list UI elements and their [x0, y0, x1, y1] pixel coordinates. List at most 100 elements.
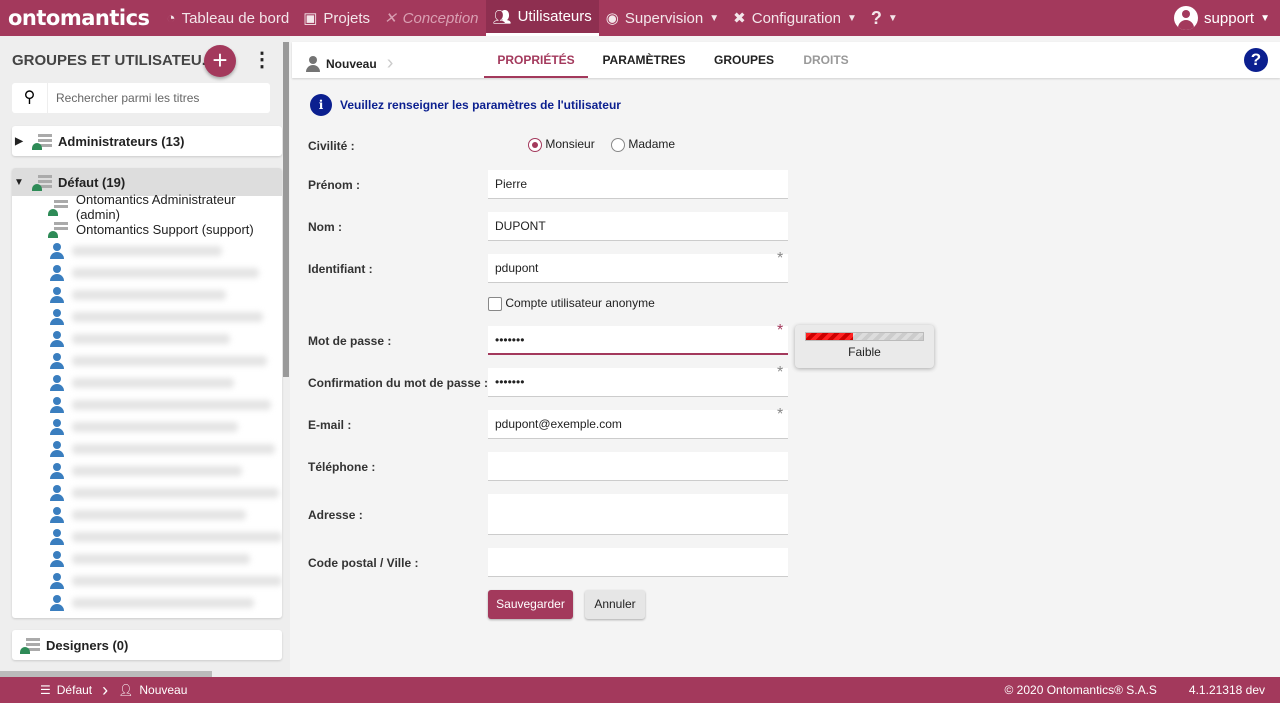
- list-item[interactable]: [12, 306, 282, 328]
- redacted-name: [72, 510, 246, 520]
- user-icon: [50, 419, 64, 435]
- required-icon: *: [777, 250, 784, 267]
- user-icon: [50, 309, 64, 325]
- redacted-name: [72, 312, 263, 322]
- caret-down-icon: ▼: [846, 12, 857, 24]
- user-menu[interactable]: support ▼: [1174, 0, 1270, 36]
- required-icon: *: [777, 322, 784, 339]
- user-icon: [50, 243, 64, 259]
- list-item[interactable]: [12, 262, 282, 284]
- confirm-label: Confirmation du mot de passe :: [308, 376, 489, 390]
- nav-supervision[interactable]: ◉ Supervision ▼: [599, 0, 726, 36]
- sidebar-scrollbar[interactable]: [283, 42, 289, 377]
- radio-monsieur[interactable]: Monsieur: [528, 137, 595, 152]
- nom-label: Nom :: [308, 220, 342, 234]
- cancel-button[interactable]: Annuler: [585, 590, 645, 619]
- sidebar-title: GROUPES ET UTILISATEU...: [12, 52, 215, 69]
- identifiant-label: Identifiant :: [308, 262, 373, 276]
- user-icon: [50, 331, 64, 347]
- list-item[interactable]: [12, 592, 282, 614]
- list-item[interactable]: [12, 504, 282, 526]
- caret-down-icon[interactable]: ▼: [12, 177, 26, 188]
- redacted-name: [71, 532, 282, 542]
- radio-unchecked: [611, 137, 625, 152]
- tab-proprietes[interactable]: PROPRIÉTÉS: [484, 42, 588, 78]
- identifiant-field[interactable]: pdupont: [488, 254, 788, 283]
- nav-configuration[interactable]: ✖ Configuration ▼: [726, 0, 864, 36]
- redacted-name: [72, 444, 275, 454]
- save-button[interactable]: Sauvegarder: [488, 590, 573, 619]
- user-icon: [50, 441, 64, 457]
- nav-tableau-de-bord[interactable]: ◔ Tableau de bord: [160, 0, 297, 36]
- toolbox-icon: ▣: [303, 10, 318, 27]
- list-item[interactable]: [12, 350, 282, 372]
- help-icon[interactable]: ?: [1244, 48, 1268, 72]
- list-item[interactable]: [12, 570, 282, 592]
- search-icon[interactable]: ⚲: [12, 83, 48, 113]
- group-designers[interactable]: Designers (0): [12, 630, 282, 660]
- group-defaut-panel: ▼ Défaut (19) Ontomantics Administrateur …: [12, 168, 282, 618]
- tab-parametres[interactable]: PARAMÈTRES: [596, 42, 692, 78]
- telephone-field[interactable]: [488, 452, 788, 481]
- tab-bar: [292, 42, 1280, 78]
- list-item[interactable]: [12, 460, 282, 482]
- list-item[interactable]: [12, 284, 282, 306]
- cp-label: Code postal / Ville :: [308, 556, 419, 570]
- confirm-password-field[interactable]: •••••••: [488, 368, 788, 397]
- email-field[interactable]: pdupont@exemple.com: [488, 410, 788, 439]
- adresse-textarea[interactable]: [488, 494, 788, 535]
- user-icon: [50, 265, 64, 281]
- list-item[interactable]: [12, 548, 282, 570]
- redacted-name: [71, 576, 282, 586]
- nav-help[interactable]: ? ▼: [864, 0, 905, 36]
- tab-droits: DROITS: [803, 53, 849, 67]
- required-icon: *: [777, 406, 784, 423]
- list-item[interactable]: Ontomantics Administrateur (admin): [12, 192, 282, 222]
- user-icon: [50, 573, 64, 589]
- redacted-name: [72, 334, 230, 344]
- password-field[interactable]: •••••••: [488, 326, 788, 355]
- user-icon: [50, 529, 64, 545]
- list-item[interactable]: [12, 240, 282, 262]
- user-icon: [50, 375, 64, 391]
- civilite-label: Civilité :: [308, 139, 355, 153]
- list-item[interactable]: [12, 416, 282, 438]
- prenom-field[interactable]: Pierre: [488, 170, 788, 199]
- main-panel: [292, 42, 1280, 677]
- more-options-icon[interactable]: ⋮: [252, 50, 272, 70]
- group-administrateurs[interactable]: ▶ Administrateurs (13): [12, 126, 282, 156]
- add-button[interactable]: +: [204, 45, 236, 77]
- group-icon: ☰: [40, 683, 51, 697]
- checkbox-box: [488, 296, 502, 311]
- anonyme-checkbox[interactable]: Compte utilisateur anonyme: [488, 296, 655, 311]
- list-item[interactable]: [12, 328, 282, 350]
- caret-down-icon: ▼: [709, 12, 720, 24]
- user-icon: [50, 595, 64, 611]
- caret-right-icon[interactable]: ▶: [12, 136, 26, 147]
- list-item[interactable]: [12, 526, 282, 548]
- redacted-name: [72, 554, 250, 564]
- nav-utilisateurs[interactable]: 👥︎ Utilisateurs: [485, 0, 599, 36]
- tab-groupes[interactable]: GROUPES: [706, 42, 782, 78]
- list-item[interactable]: Ontomantics Support (support): [12, 218, 282, 240]
- list-item[interactable]: [12, 482, 282, 504]
- password-strength-meter: [805, 332, 924, 341]
- top-navbar: ontomantics ◔ Tableau de bord ▣ Projets ✕ C…: [0, 0, 1280, 36]
- redacted-name: [72, 488, 279, 498]
- wrench-icon: ✖: [733, 10, 746, 27]
- search-input[interactable]: ⚲ Rechercher parmi les titres: [12, 83, 270, 113]
- footer-crumb-nouveau[interactable]: 👤︎ Nouveau: [108, 683, 197, 697]
- redacted-name: [72, 246, 222, 256]
- list-item[interactable]: [12, 438, 282, 460]
- user-icon: 👤︎: [118, 683, 134, 697]
- list-item[interactable]: [12, 394, 282, 416]
- nom-field[interactable]: DUPONT: [488, 212, 788, 241]
- radio-madame[interactable]: Madame: [611, 137, 675, 152]
- footer-crumb-defaut[interactable]: ☰ Défaut: [0, 683, 102, 697]
- list-item[interactable]: [12, 372, 282, 394]
- logo[interactable]: ontomantics: [0, 6, 160, 30]
- nav-projets[interactable]: ▣ Projets: [296, 0, 377, 36]
- group-icon: [32, 173, 52, 191]
- prenom-label: Prénom :: [308, 178, 361, 192]
- code-postal-ville-field[interactable]: [488, 548, 788, 577]
